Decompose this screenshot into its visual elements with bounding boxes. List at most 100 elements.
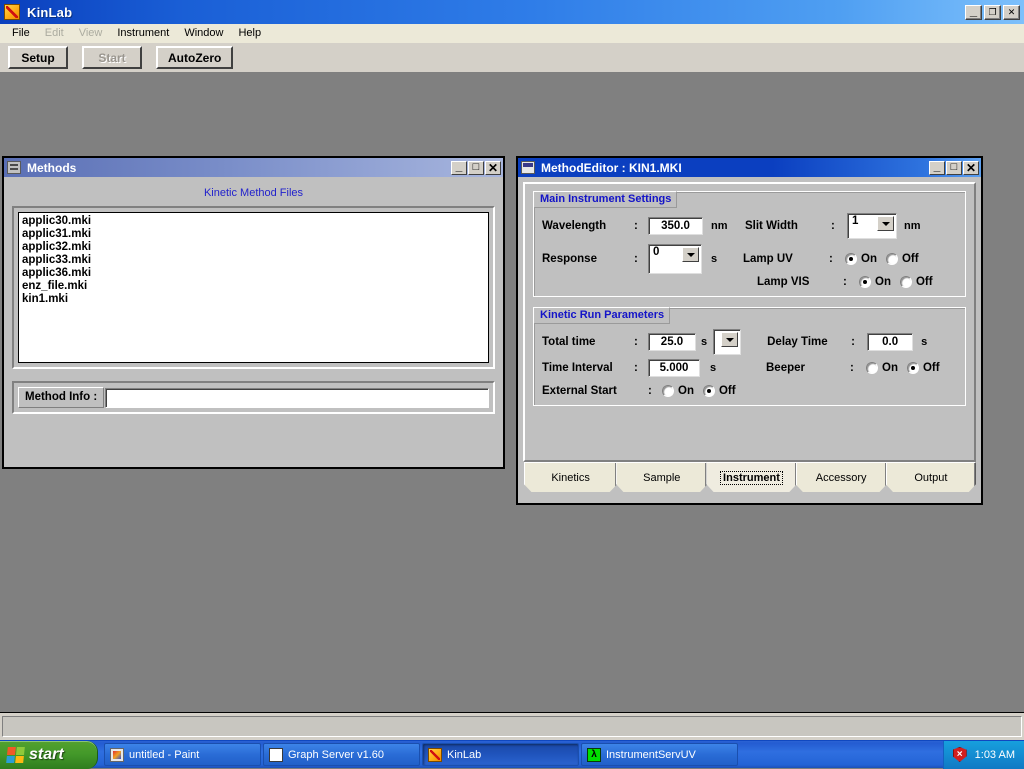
- tab-output-label: Output: [914, 472, 947, 484]
- response-value: 0: [649, 245, 659, 258]
- menu-instrument[interactable]: Instrument: [110, 25, 177, 42]
- methods-spacer: [12, 369, 495, 381]
- setup-button[interactable]: Setup: [8, 46, 68, 69]
- method-info-input[interactable]: [105, 388, 489, 408]
- list-item[interactable]: applic36.mki: [22, 267, 488, 280]
- start-button[interactable]: start: [0, 741, 98, 769]
- kinlab-chart-icon: [4, 4, 20, 20]
- close-icon: ✕: [1004, 6, 1019, 19]
- lamp-uv-off-label: Off: [902, 253, 919, 265]
- slit-width-combo[interactable]: 1: [847, 213, 897, 239]
- minimize-icon: _: [966, 6, 981, 19]
- menu-help[interactable]: Help: [231, 25, 269, 42]
- lamp-uv-on-label: On: [861, 253, 877, 265]
- restore-icon: ❐: [985, 6, 1000, 19]
- methods-close-button[interactable]: ✕: [485, 161, 501, 175]
- external-start-label: External Start: [542, 385, 648, 397]
- main-close-button[interactable]: ✕: [1003, 5, 1020, 20]
- total-time-dropdown-button[interactable]: [721, 332, 738, 347]
- slit-width-unit: nm: [904, 220, 921, 232]
- menu-window[interactable]: Window: [177, 25, 231, 42]
- main-restore-button[interactable]: ❐: [984, 5, 1001, 20]
- response-combo[interactable]: 0: [648, 244, 702, 274]
- external-start-on-radio[interactable]: On: [662, 385, 694, 397]
- close-icon: ✕: [486, 162, 500, 174]
- taskbar-item-instrumentservuv[interactable]: λ InstrumentServUV: [581, 743, 738, 766]
- menu-file[interactable]: File: [5, 25, 38, 42]
- list-item[interactable]: applic32.mki: [22, 241, 488, 254]
- methods-maximize-button[interactable]: □: [468, 161, 484, 175]
- total-time-unit-combo[interactable]: [713, 329, 741, 355]
- beeper-off-radio[interactable]: Off: [907, 362, 940, 374]
- kinlab-icon: [428, 748, 442, 762]
- lamp-vis-on-radio[interactable]: On: [859, 276, 891, 288]
- lamp-uv-radio-group: On Off: [845, 253, 919, 265]
- editor-minimize-button[interactable]: _: [929, 161, 945, 175]
- list-item[interactable]: kin1.mki: [22, 293, 488, 306]
- wavelength-input[interactable]: 350.0: [648, 217, 703, 235]
- lamp-vis-off-radio[interactable]: Off: [900, 276, 933, 288]
- taskbar-item-paint[interactable]: untitled - Paint: [104, 743, 261, 766]
- radio-selected-icon: [859, 276, 871, 288]
- list-item[interactable]: applic31.mki: [22, 228, 488, 241]
- lamp-uv-on-radio[interactable]: On: [845, 253, 877, 265]
- toolbar: Setup Start AutoZero: [0, 43, 1024, 73]
- lamp-vis-on-label: On: [875, 276, 891, 288]
- clock[interactable]: 1:03 AM: [975, 749, 1015, 761]
- kinetic-run-parameters-title: Kinetic Run Parameters: [534, 307, 670, 324]
- tab-accessory[interactable]: Accessory: [796, 462, 887, 492]
- kinetic-run-parameters-group: Kinetic Run Parameters Total time : 25.0…: [533, 307, 966, 406]
- system-tray: 1:03 AM: [943, 741, 1024, 769]
- beeper-off-label: Off: [923, 362, 940, 374]
- lamp-uv-off-radio[interactable]: Off: [886, 253, 919, 265]
- lamp-vis-colon: :: [843, 276, 859, 288]
- response-dropdown-button[interactable]: [682, 247, 699, 262]
- tab-kinetics[interactable]: Kinetics: [524, 462, 617, 492]
- taskbar: start untitled - Paint Graph Server v1.6…: [0, 740, 1024, 768]
- lamp-vis-radio-group: On Off: [859, 276, 933, 288]
- main-titlebar[interactable]: KinLab _ ❐ ✕: [0, 0, 1024, 24]
- editor-window-title: MethodEditor : KIN1.MKI: [541, 161, 682, 175]
- menu-bar: File Edit View Instrument Window Help: [0, 24, 1024, 43]
- methods-titlebar[interactable]: Methods _ □ ✕: [4, 158, 503, 177]
- autozero-button[interactable]: AutoZero: [156, 46, 233, 69]
- security-shield-icon[interactable]: [953, 747, 967, 762]
- taskbar-item-kinlab[interactable]: KinLab: [422, 743, 579, 766]
- editor-close-button[interactable]: ✕: [963, 161, 979, 175]
- tab-accessory-label: Accessory: [816, 472, 867, 484]
- editor-titlebar[interactable]: MethodEditor : KIN1.MKI _ □ ✕: [518, 158, 981, 177]
- list-item[interactable]: applic33.mki: [22, 254, 488, 267]
- list-item[interactable]: applic30.mki: [22, 215, 488, 228]
- start-button-label: start: [29, 746, 64, 764]
- slit-width-dropdown-button[interactable]: [877, 216, 894, 231]
- beeper-on-radio[interactable]: On: [866, 362, 898, 374]
- methods-minimize-button[interactable]: _: [451, 161, 467, 175]
- timeinterval-beeper-row: Time Interval : 5.000 s Beeper : On: [542, 359, 957, 377]
- editor-maximize-button[interactable]: □: [946, 161, 962, 175]
- tab-sample[interactable]: Sample: [616, 462, 707, 492]
- total-time-input[interactable]: 25.0: [648, 333, 696, 351]
- external-start-off-radio[interactable]: Off: [703, 385, 736, 397]
- taskbar-item-graph-server[interactable]: Graph Server v1.60: [263, 743, 420, 766]
- minimize-icon: _: [930, 162, 944, 174]
- radio-selected-icon: [703, 385, 715, 397]
- tab-output[interactable]: Output: [886, 462, 976, 492]
- external-start-row: External Start : On Off: [542, 385, 957, 397]
- total-time-colon: :: [634, 336, 648, 348]
- delay-time-input[interactable]: 0.0: [867, 333, 913, 351]
- main-minimize-button[interactable]: _: [965, 5, 982, 20]
- tab-kinetics-shape: Kinetics: [524, 462, 617, 492]
- method-files-listbox[interactable]: applic30.mki applic31.mki applic32.mki a…: [18, 212, 489, 363]
- methods-window-title: Methods: [27, 161, 76, 175]
- wavelength-unit: nm: [711, 220, 745, 232]
- list-item[interactable]: enz_file.mki: [22, 280, 488, 293]
- time-interval-input[interactable]: 5.000: [648, 359, 700, 377]
- beeper-colon: :: [850, 362, 866, 374]
- tab-instrument[interactable]: Instrument: [706, 462, 796, 492]
- taskbar-item-instrumentservuv-label: InstrumentServUV: [606, 749, 696, 761]
- method-info-label: Method Info :: [18, 387, 104, 408]
- time-interval-label: Time Interval: [542, 362, 634, 374]
- delay-time-label: Delay Time: [767, 336, 851, 348]
- tab-output-shape: Output: [886, 462, 976, 492]
- tab-instrument-shape: Instrument: [706, 462, 796, 492]
